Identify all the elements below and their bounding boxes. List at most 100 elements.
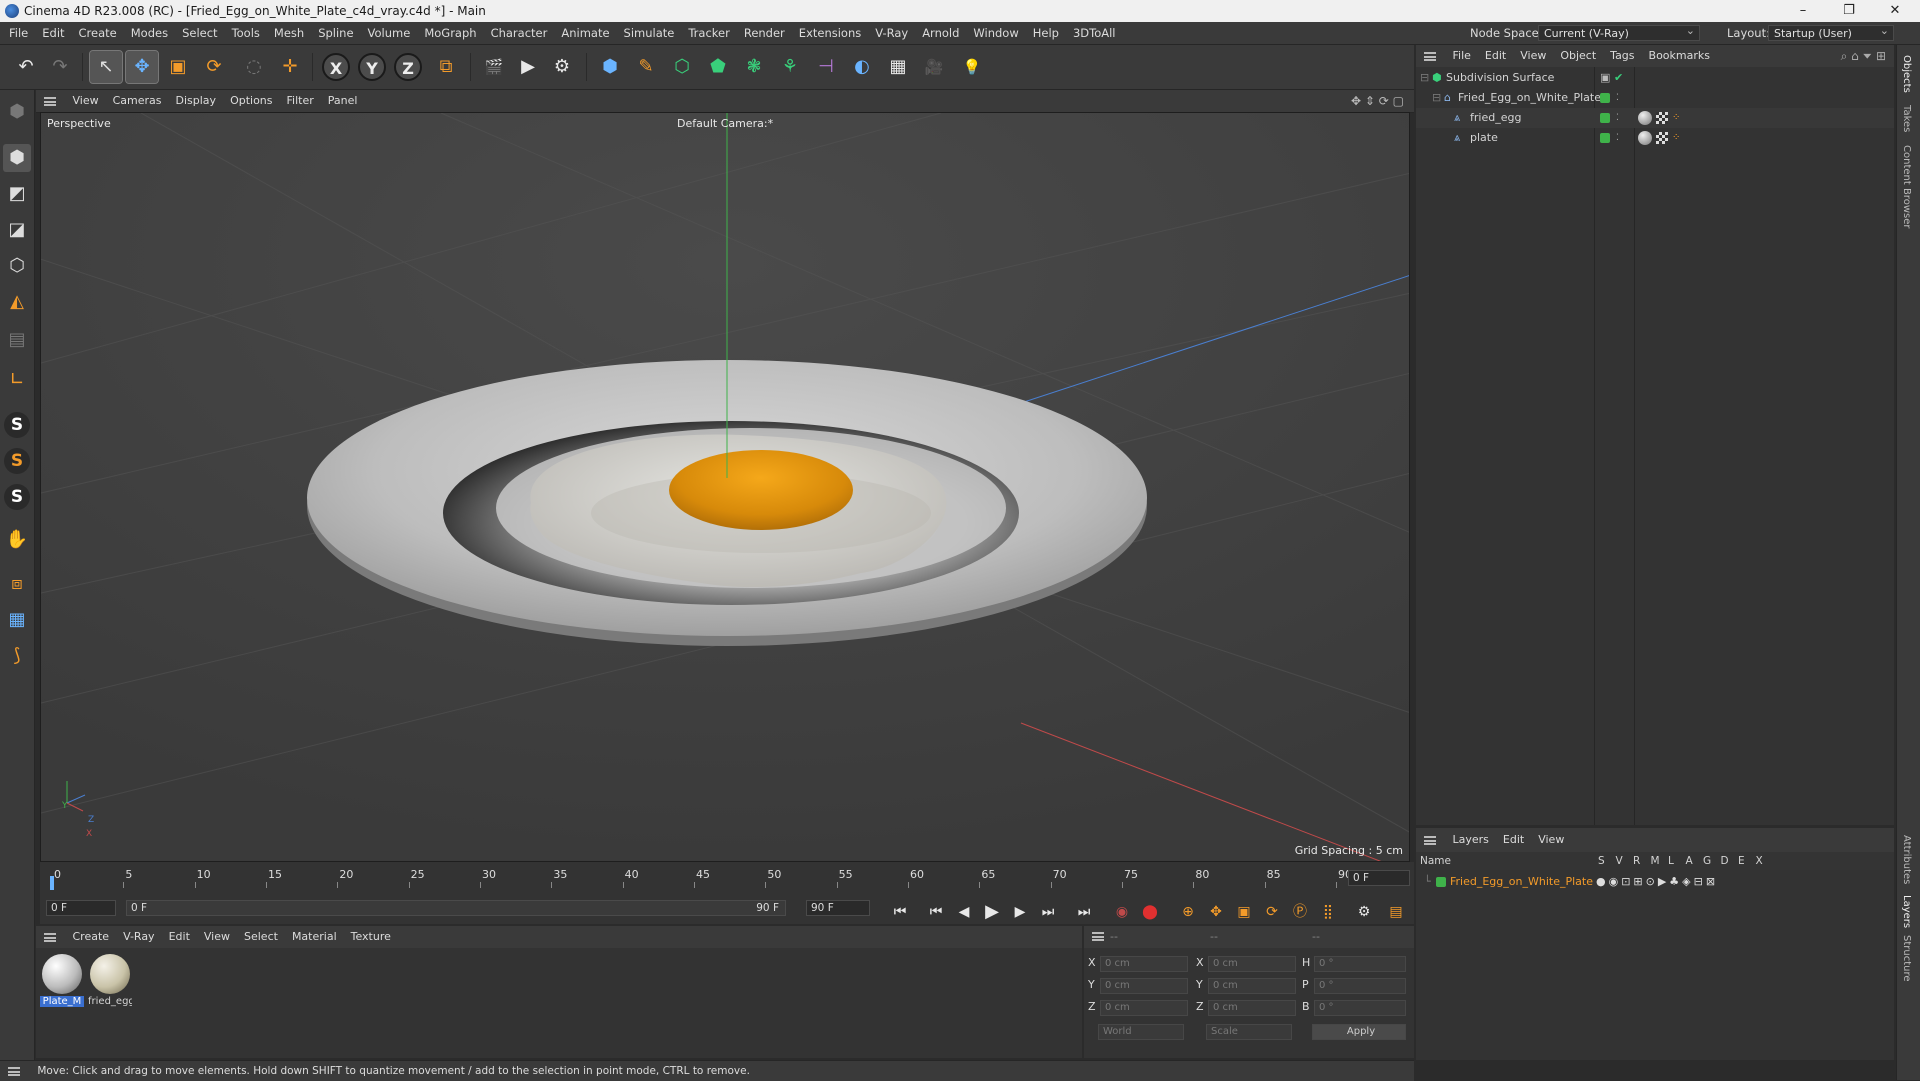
object-row-fried-egg[interactable]: ⩓ fried_egg ⁚ ⁘ [1416,108,1894,128]
material-menu-edit[interactable]: Edit [162,926,197,948]
material-tag-icon[interactable] [1638,111,1652,125]
layer-color-icon[interactable] [1600,93,1610,103]
render-view-icon[interactable]: ▶ [512,51,544,83]
visibility-dots-icon[interactable]: ⁚ [1616,88,1619,108]
layer-column-x[interactable]: X [1756,852,1763,870]
menu-select[interactable]: Select [175,22,224,44]
redo-icon[interactable]: ↷ [44,51,76,83]
menu-volume[interactable]: Volume [361,22,418,44]
next-key-icon[interactable]: ⏭ [1036,900,1060,924]
layer-color-icon[interactable] [1600,133,1610,143]
scale-key-icon[interactable]: ▣ [1232,900,1256,924]
light-icon[interactable]: 💡 [956,51,988,83]
cloner-icon[interactable]: ❃ [738,51,770,83]
menu-character[interactable]: Character [484,22,555,44]
viewport-menu-filter[interactable]: Filter [280,90,321,112]
layer-column-r[interactable]: R [1633,852,1640,870]
polygons-mode-icon[interactable]: ◭ [3,288,31,316]
start-frame-field[interactable]: 0 F [46,900,116,916]
coord-rotation-field[interactable]: 0 ° [1314,956,1406,972]
coord-rotation-field[interactable]: 0 ° [1314,978,1406,994]
model-mode-icon[interactable]: ⬢ [3,144,31,172]
viewport-menu-view[interactable]: View [66,90,106,112]
timeline-settings-icon[interactable]: ⚙ [1352,900,1376,924]
field-icon[interactable]: ◐ [846,51,878,83]
viewport-menu-panel[interactable]: Panel [321,90,365,112]
layer-column-a[interactable]: A [1686,852,1693,870]
layer-column-s[interactable]: S [1598,852,1605,870]
prev-frame-icon[interactable]: ◀ [952,900,976,924]
go-to-end-icon[interactable]: ⏭ [1072,900,1096,924]
coord-position-field[interactable]: 0 cm [1100,978,1188,994]
viewport-solo-icon[interactable]: ▦ [3,606,31,634]
material-menu-v-ray[interactable]: V-Ray [116,926,162,948]
coord-size-field[interactable]: 0 cm [1208,956,1296,972]
axis-move-icon[interactable]: ✛ [274,51,306,83]
coord-position-field[interactable]: 0 cm [1100,1000,1188,1016]
cube-object-icon[interactable]: ⬢ [594,51,626,83]
expand-toggle-icon[interactable]: ⊟ [1420,68,1429,88]
keyframe-selection-icon[interactable]: ⊕ [1176,900,1200,924]
layout-dropdown[interactable]: Startup (User) [1768,23,1894,41]
expand-toggle-icon[interactable]: ⊟ [1432,88,1441,108]
live-selection-icon[interactable]: ◌ [238,51,270,83]
pla-key-icon[interactable]: ⣿ [1316,900,1340,924]
edges-mode-icon[interactable]: ⬡ [3,252,31,280]
texture-mode-icon[interactable]: ◩ [3,180,31,208]
viewport-nav-icons[interactable]: ✥ ⇕ ⟳ ▢ [1351,90,1404,112]
close-button[interactable]: ✕ [1872,0,1918,22]
tab-objects[interactable]: Objects [1901,55,1912,93]
layers-menu-icon[interactable] [1424,835,1436,845]
layers-menu-edit[interactable]: Edit [1496,828,1531,852]
object-menu-edit[interactable]: Edit [1478,45,1513,67]
workplane-icon[interactable]: ∟ [3,366,31,394]
deformer-icon[interactable]: ⊣ [810,51,842,83]
layer-column-v[interactable]: V [1616,852,1623,870]
menu-create[interactable]: Create [72,22,124,44]
render-settings-icon[interactable]: ⚙ [546,51,578,83]
object-row-plate[interactable]: ⩓ plate ⁚ ⁘ [1416,128,1894,148]
camera-icon[interactable]: 🎥 [918,51,950,83]
object-menu-view[interactable]: View [1513,45,1553,67]
layer-row[interactable]: └ Fried_Egg_on_White_Plate ●◉⊡⊞⊙▶♣◈⊟⊠ [1416,872,1894,892]
menu-extensions[interactable]: Extensions [792,22,868,44]
prev-key-icon[interactable]: ⏮ [924,900,948,924]
menu-v-ray[interactable]: V-Ray [868,22,915,44]
object-menu-file[interactable]: File [1446,45,1478,67]
uvw-tag-icon[interactable] [1656,112,1668,124]
object-row-subdivision[interactable]: ⊟ ⬢ Subdivision Surface ▣ ✔ [1416,68,1894,88]
menu-help[interactable]: Help [1026,22,1066,44]
status-menu-icon[interactable] [8,1066,20,1076]
object-row-group[interactable]: ⊟ ⌂ Fried_Egg_on_White_Plate ⁚ [1416,88,1894,108]
x-axis-lock-button[interactable]: X [322,53,350,81]
select-tool-icon[interactable]: ↖ [89,50,123,84]
points-mode-icon[interactable]: ◪ [3,216,31,244]
make-editable-icon[interactable]: ⬢ [3,98,31,126]
lock-workplane-icon[interactable]: ⟆ [3,642,31,670]
tweak-icon[interactable]: ✋ [3,526,31,554]
y-axis-lock-button[interactable]: Y [358,53,386,81]
object-manager-tools[interactable]: ⌕ ⌂ ⏷ ⊞ [1841,45,1886,67]
material-menu-select[interactable]: Select [237,926,285,948]
object-menu-object[interactable]: Object [1553,45,1603,67]
z-axis-lock-button[interactable]: Z [394,53,422,81]
layer-column-d[interactable]: D [1721,852,1729,870]
current-frame-field[interactable]: 0 F [1348,870,1410,886]
layer-toggle-icons[interactable]: ●◉⊡⊞⊙▶♣◈⊟⊠ [1596,872,1718,892]
viewport-menu-cameras[interactable]: Cameras [106,90,169,112]
camera-label[interactable]: Default Camera:* [677,117,773,130]
range-slider[interactable]: 0 F 90 F [126,900,786,916]
menu-file[interactable]: File [2,22,35,44]
menu-spline[interactable]: Spline [311,22,360,44]
layer-column-g[interactable]: G [1703,852,1711,870]
object-menu-bookmarks[interactable]: Bookmarks [1642,45,1717,67]
edit-toggle-icon[interactable]: ▣ [1600,68,1610,88]
layer-color-icon[interactable] [1600,113,1610,123]
vray-tag-icon[interactable]: ⁘ [1672,108,1680,128]
go-to-start-icon[interactable]: ⏮ [888,900,912,924]
autokey-icon[interactable]: ⬤ [1138,900,1162,924]
record-icon[interactable]: ◉ [1110,900,1134,924]
viewport-menu-display[interactable]: Display [169,90,224,112]
coordinate-space-dropdown[interactable]: World [1098,1024,1184,1040]
subdivision-surface-icon[interactable]: ⬡ [666,51,698,83]
